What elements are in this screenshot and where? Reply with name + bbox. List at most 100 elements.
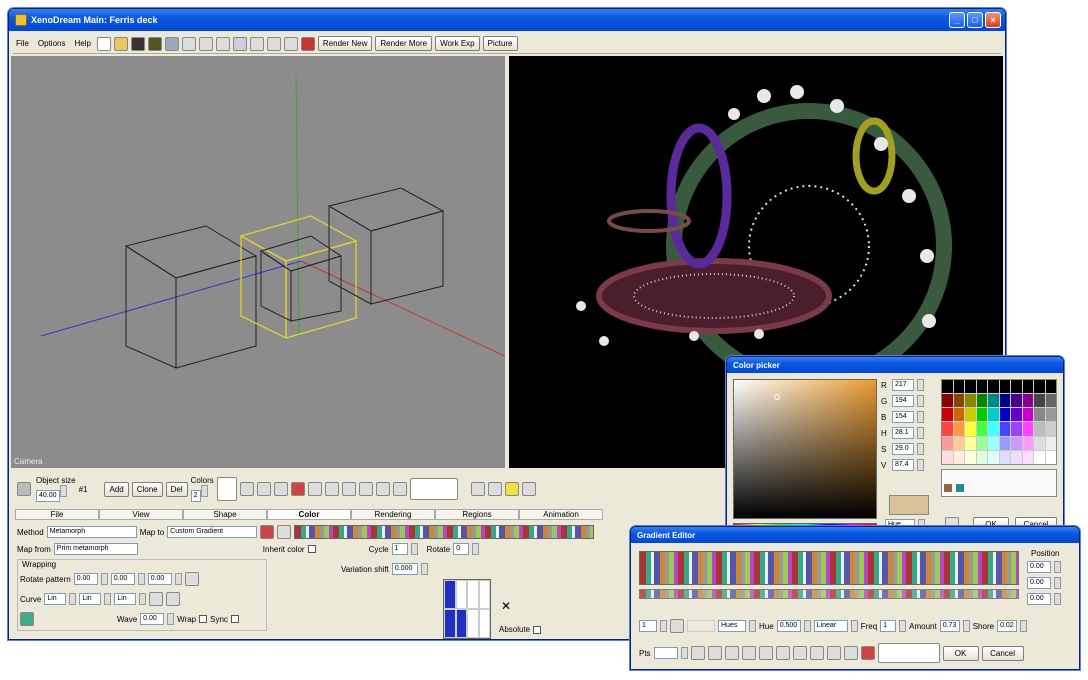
rp-field-1[interactable]: 0.00	[73, 573, 98, 585]
swatch[interactable]	[965, 422, 976, 436]
swatch[interactable]	[976, 436, 987, 450]
swatch[interactable]	[988, 436, 999, 450]
grid-cell[interactable]	[467, 580, 479, 609]
swatch[interactable]	[1034, 380, 1045, 394]
absolute-checkbox[interactable]	[533, 625, 542, 634]
tab-view[interactable]: View	[99, 508, 183, 520]
amount-spin[interactable]	[962, 620, 970, 632]
layout-icon[interactable]	[341, 482, 356, 496]
swatch[interactable]	[953, 436, 964, 450]
gradient-cancel-button[interactable]: Cancel	[981, 645, 1024, 661]
grid-cell[interactable]	[455, 609, 467, 638]
swatch[interactable]	[1022, 394, 1033, 408]
custom-swatch[interactable]	[944, 484, 952, 492]
swatch[interactable]	[976, 422, 987, 436]
swatch[interactable]	[988, 380, 999, 394]
hue-field[interactable]: 0.500	[776, 620, 801, 632]
swatch[interactable]	[1045, 408, 1056, 422]
swatch[interactable]	[953, 450, 964, 464]
variation-field[interactable]: 0.000	[391, 563, 418, 575]
swatch[interactable]	[965, 408, 976, 422]
tab-shape[interactable]: Shape	[183, 508, 267, 520]
car-icon[interactable]	[843, 646, 858, 660]
hue-spin[interactable]	[803, 620, 811, 632]
swatch[interactable]	[999, 394, 1010, 408]
gradient-editor-titlebar[interactable]: Gradient Editor	[631, 527, 1079, 543]
disk-icon[interactable]	[521, 482, 536, 496]
rp-spin-2[interactable]	[137, 573, 145, 585]
menu-file[interactable]: File	[13, 39, 32, 48]
swatch[interactable]	[988, 394, 999, 408]
amount-field[interactable]: 0.73	[939, 620, 960, 632]
index-spin[interactable]	[660, 620, 667, 632]
palette-icon[interactable]	[283, 36, 298, 51]
pos-spin-1[interactable]	[1054, 561, 1061, 573]
s-spin[interactable]	[917, 443, 924, 455]
cycle-spin[interactable]	[410, 543, 418, 555]
tab-animation[interactable]: Animation	[519, 508, 603, 520]
swatch[interactable]	[1034, 422, 1045, 436]
swatch[interactable]	[988, 408, 999, 422]
rp-field-3[interactable]: 0.00	[147, 573, 172, 585]
window-icon-2[interactable]	[324, 482, 339, 496]
pts-spin[interactable]	[680, 647, 688, 659]
map-to-select[interactable]: Custom Gradient	[167, 526, 258, 538]
swatch[interactable]	[1034, 450, 1045, 464]
check-icon-2[interactable]	[149, 592, 164, 606]
pts-field[interactable]	[653, 647, 678, 659]
sync-checkbox[interactable]	[230, 615, 239, 623]
link-icon[interactable]	[826, 646, 841, 660]
menu-help[interactable]: Help	[71, 39, 93, 48]
swatch[interactable]	[1034, 394, 1045, 408]
swatch[interactable]	[953, 394, 964, 408]
person-icon[interactable]	[215, 36, 230, 51]
h-field[interactable]: 28.1	[892, 427, 914, 439]
swatch[interactable]	[942, 422, 953, 436]
smooth-icon[interactable]	[809, 646, 824, 660]
object-size-field[interactable]: 40.00	[36, 490, 60, 502]
expand-icon[interactable]	[358, 482, 373, 496]
rp-spin-1[interactable]	[100, 573, 108, 585]
gradient-markers[interactable]	[639, 589, 1019, 599]
gradient-ok-button[interactable]: OK	[942, 645, 979, 661]
wave-spin[interactable]	[167, 613, 175, 625]
pos-spin-3[interactable]	[1054, 593, 1061, 605]
swatch[interactable]	[1011, 408, 1022, 422]
rp-spin-3[interactable]	[174, 573, 182, 585]
check-icon[interactable]	[690, 646, 705, 660]
grid-cell[interactable]	[444, 609, 456, 638]
swatch[interactable]	[1022, 380, 1033, 394]
swatch[interactable]	[1022, 422, 1033, 436]
swatch[interactable]	[1011, 436, 1022, 450]
swatch[interactable]	[953, 408, 964, 422]
shore-spin[interactable]	[1020, 620, 1028, 632]
r-spin[interactable]	[917, 379, 924, 391]
tab-file[interactable]: File	[15, 508, 99, 520]
swatch[interactable]	[976, 394, 987, 408]
g-spin[interactable]	[917, 395, 924, 407]
interp-spin[interactable]	[850, 620, 858, 632]
del-button[interactable]: Del	[165, 481, 188, 497]
dot-icon[interactable]	[375, 482, 390, 496]
rp-field-2[interactable]: 0.00	[110, 573, 135, 585]
swatch[interactable]	[953, 380, 964, 394]
new-icon[interactable]	[96, 36, 111, 51]
pos-field-3[interactable]: 0.00	[1027, 593, 1051, 605]
b-field[interactable]: 154	[892, 411, 914, 423]
v-spin[interactable]	[917, 459, 924, 471]
swatch-palette[interactable]	[941, 379, 1057, 465]
add-button[interactable]: Add	[104, 481, 129, 497]
window-icon[interactable]	[249, 36, 264, 51]
r-field[interactable]: 217	[892, 379, 914, 391]
inherit-color-checkbox[interactable]	[307, 545, 316, 553]
gradient-preview[interactable]	[639, 551, 1019, 585]
render-icon[interactable]	[300, 36, 315, 51]
save-as-icon[interactable]	[147, 36, 162, 51]
arrange-icon[interactable]	[198, 36, 213, 51]
mode-select[interactable]: Hues	[718, 620, 746, 632]
close-button[interactable]: ×	[985, 12, 1001, 28]
saturation-value-field[interactable]	[733, 379, 877, 519]
object-size-spin[interactable]	[59, 485, 67, 497]
redo-icon[interactable]	[758, 646, 773, 660]
bulb-icon[interactable]	[504, 482, 519, 496]
